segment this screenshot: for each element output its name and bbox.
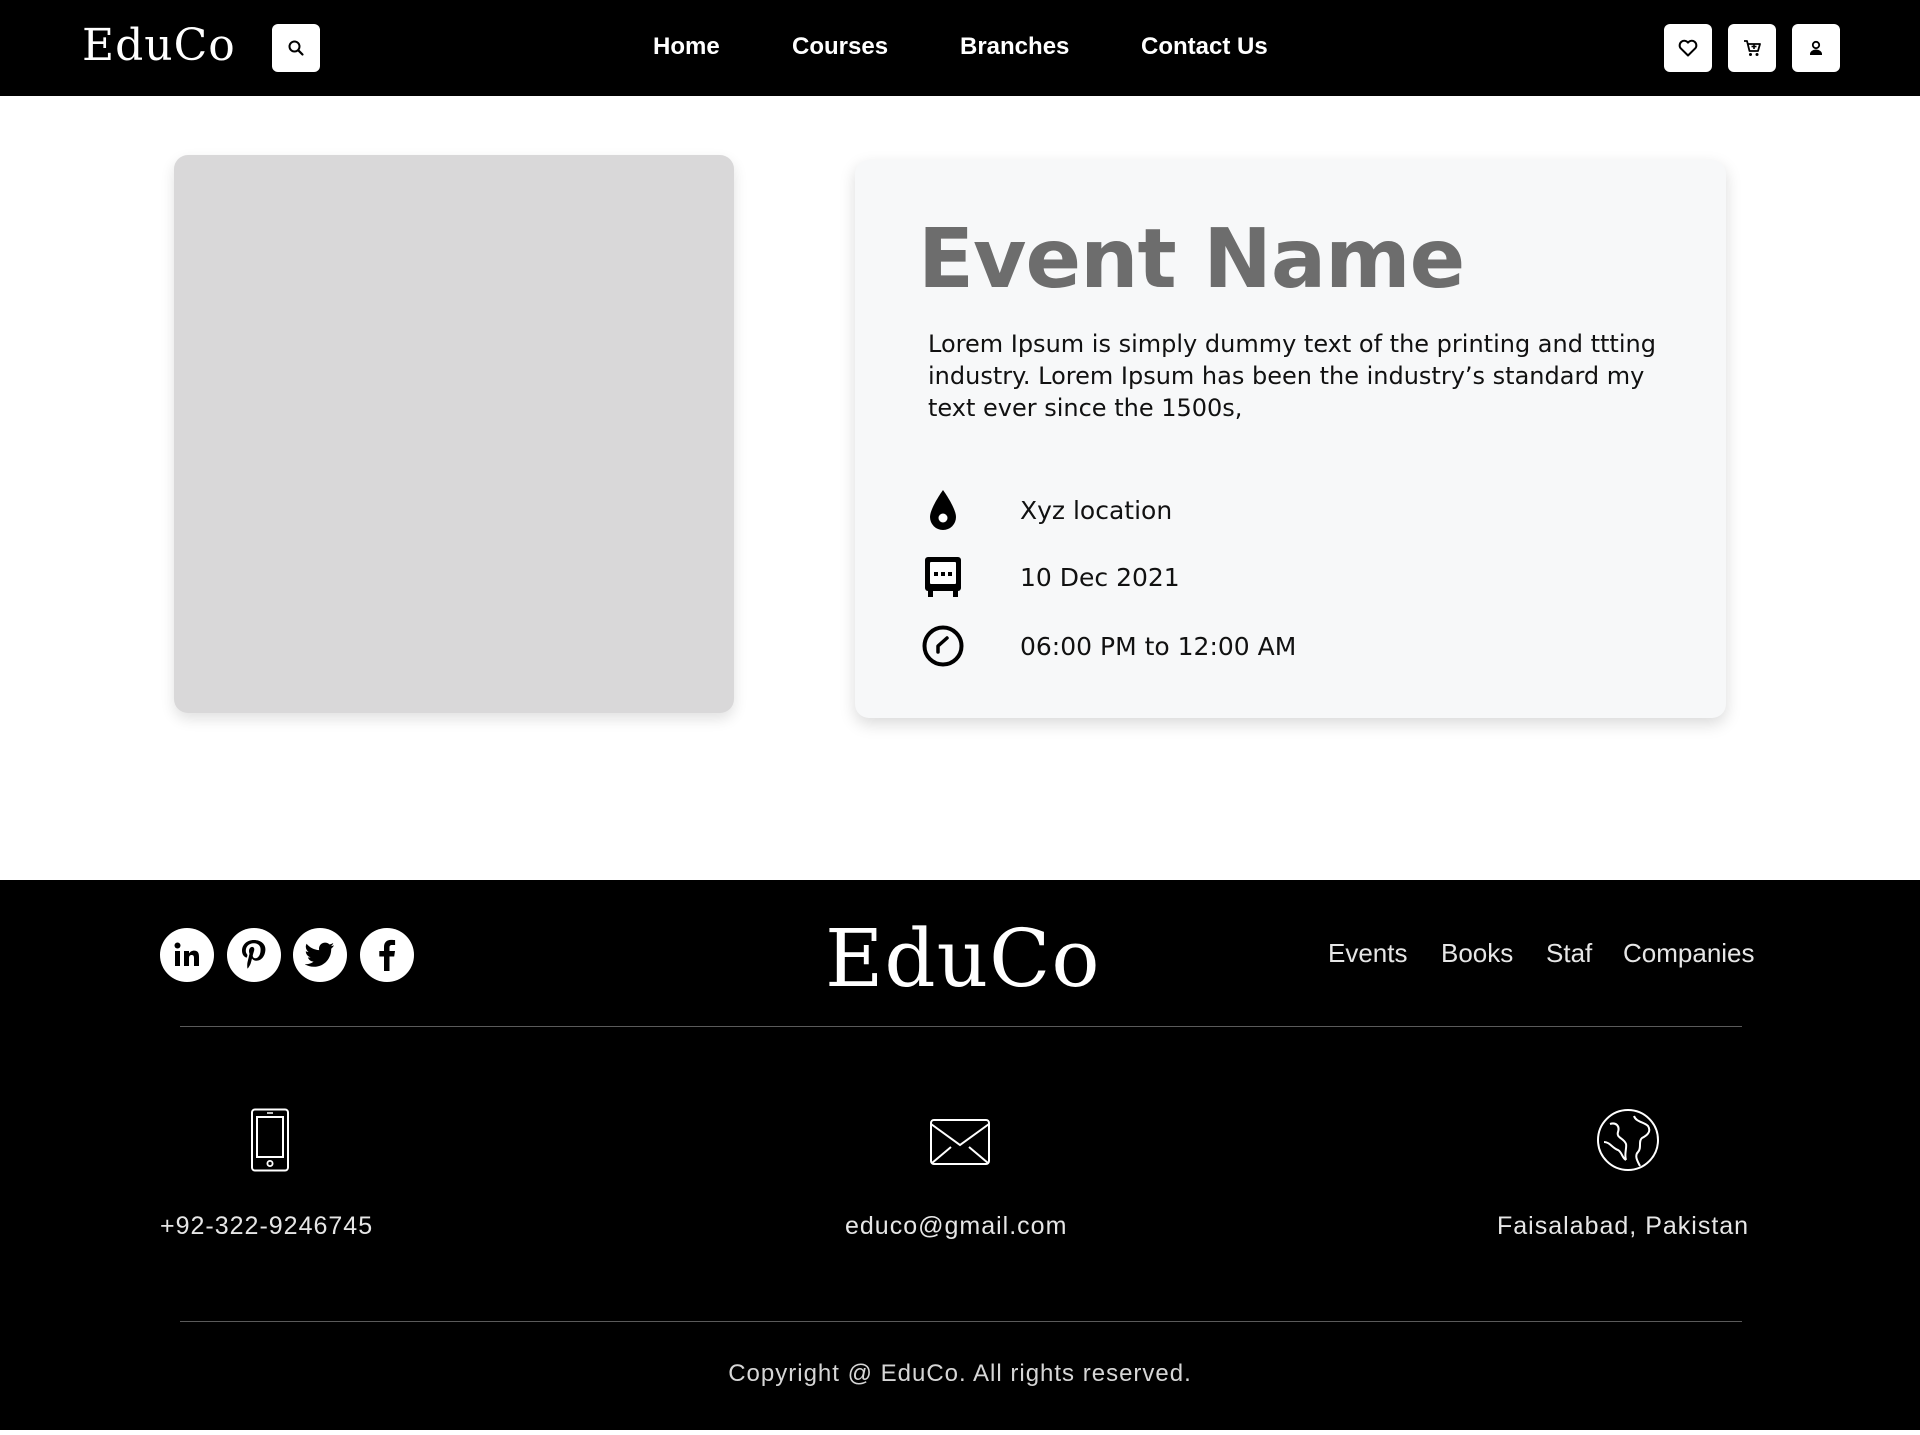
cart-icon <box>1744 40 1761 56</box>
nav-branches[interactable]: Branches <box>960 33 1069 61</box>
wishlist-button[interactable] <box>1664 24 1712 72</box>
event-time: 06:00 PM to 12:00 AM <box>1020 631 1297 661</box>
event-location: Xyz location <box>1020 495 1173 525</box>
nav-courses[interactable]: Courses <box>792 33 888 61</box>
calendar-icon <box>919 553 967 601</box>
phone-icon <box>250 1108 290 1177</box>
heart-icon <box>1678 39 1698 57</box>
event-description: Lorem Ipsum is simply dummy text of the … <box>928 330 1656 422</box>
globe-icon <box>1596 1108 1660 1177</box>
event-image-placeholder <box>174 155 734 713</box>
linkedin-icon <box>174 942 199 966</box>
search-icon <box>288 40 304 56</box>
footer-divider-top <box>180 1026 1742 1027</box>
event-card: Event Name Lorem Ipsum is simply dummy t… <box>855 160 1726 718</box>
user-icon <box>1810 40 1822 55</box>
footer-link-companies[interactable]: Companies <box>1623 938 1755 969</box>
footer-link-events[interactable]: Events <box>1328 938 1408 969</box>
nav-contact-us[interactable]: Contact Us <box>1141 33 1268 61</box>
footer-link-books[interactable]: Books <box>1441 938 1513 969</box>
facebook-icon <box>379 939 396 971</box>
site-footer: EduCo Events Books Staf Companies +92-32… <box>0 880 1920 1430</box>
clock-icon <box>919 622 967 670</box>
event-date: 10 Dec 2021 <box>1020 562 1180 592</box>
footer-logo[interactable]: EduCo <box>825 912 1101 1005</box>
copyright-text: Copyright @ EduCo. All rights reserved. <box>728 1360 1192 1387</box>
envelope-icon <box>929 1118 991 1171</box>
facebook-link[interactable] <box>360 928 414 982</box>
footer-phone[interactable]: +92-322-9246745 <box>160 1212 373 1241</box>
twitter-icon <box>305 942 334 967</box>
pinterest-icon <box>242 940 266 969</box>
cart-button[interactable] <box>1728 24 1776 72</box>
linkedin-link[interactable] <box>160 928 214 982</box>
footer-link-staf[interactable]: Staf <box>1546 938 1592 969</box>
event-date-row: 10 Dec 2021 <box>919 553 1180 601</box>
nav-home[interactable]: Home <box>653 33 720 61</box>
event-title: Event Name <box>918 212 1465 307</box>
account-button[interactable] <box>1792 24 1840 72</box>
pinterest-link[interactable] <box>227 928 281 982</box>
twitter-link[interactable] <box>293 928 347 982</box>
event-time-row: 06:00 PM to 12:00 AM <box>919 622 1296 670</box>
footer-email[interactable]: educo@gmail.com <box>845 1212 1067 1241</box>
search-button[interactable] <box>272 24 320 72</box>
footer-address: Faisalabad, Pakistan <box>1497 1212 1750 1240</box>
event-location-row: Xyz location <box>919 486 1172 534</box>
footer-divider-bottom <box>180 1321 1742 1322</box>
location-pin-icon <box>919 486 967 534</box>
site-header: EduCo Home Courses Branches Contact Us <box>0 0 1920 96</box>
logo[interactable]: EduCo <box>82 20 236 71</box>
